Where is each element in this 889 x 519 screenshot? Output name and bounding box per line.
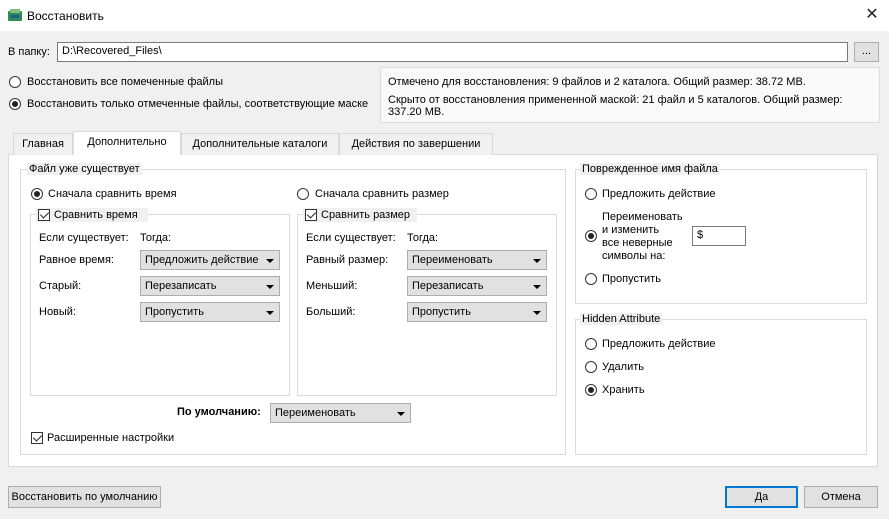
tab-advanced[interactable]: Дополнительно (73, 131, 181, 155)
compare-size-checkbox-label: Сравнить размер (321, 209, 411, 221)
hidden-attr-legend: Hidden Attribute (580, 313, 663, 325)
restore-masked-radio[interactable] (9, 98, 21, 110)
time-if-exists-label: Если существует: (39, 232, 129, 244)
time-equal-label: Равное время: (39, 254, 114, 266)
compare-size-label: Сначала сравнить размер (315, 188, 449, 200)
cancel-button[interactable]: Отмена (804, 486, 878, 508)
hidden-keep-label: Хранить (602, 384, 645, 396)
chevron-down-icon (266, 285, 274, 289)
hidden-delete-label: Удалить (602, 361, 644, 373)
size-larger-label: Больший: (306, 306, 356, 318)
chevron-down-icon (533, 311, 541, 315)
damaged-suggest-radio[interactable] (585, 188, 597, 200)
ok-button[interactable]: Да (725, 486, 798, 508)
window-title: Восстановить (27, 9, 104, 23)
time-newer-label: Новый: (39, 306, 77, 318)
compare-size-checkbox[interactable] (305, 209, 317, 221)
compare-time-checkbox[interactable] (38, 209, 50, 221)
browse-button[interactable]: ... (854, 42, 879, 62)
close-icon[interactable]: ✕ (860, 4, 884, 26)
compare-time-checkbox-label: Сравнить время (54, 209, 138, 221)
damaged-rename-label: Переименовать и изменить все неверные си… (602, 211, 683, 263)
compare-time-label: Сначала сравнить время (48, 188, 177, 200)
rename-line-2: и изменить (602, 224, 660, 236)
restore-defaults-button[interactable]: Восстановить по умолчанию (8, 486, 161, 508)
advanced-settings-label: Расширенные настройки (47, 432, 175, 444)
size-if-exists-label: Если существует: (306, 232, 396, 244)
chevron-down-icon (533, 259, 541, 263)
time-then-label: Тогда: (140, 232, 172, 244)
file-exists-legend: Файл уже существует (27, 163, 142, 175)
chevron-down-icon (397, 412, 405, 416)
damaged-skip-radio[interactable] (585, 273, 597, 285)
advanced-settings-checkbox[interactable] (31, 432, 43, 444)
title-bar (0, 0, 889, 31)
size-smaller-select[interactable]: Перезаписать (407, 276, 547, 296)
tab-completion[interactable]: Действия по завершении (339, 133, 493, 155)
tab-extra-dirs[interactable]: Дополнительные каталоги (181, 133, 339, 155)
default-select[interactable]: Переименовать (270, 403, 411, 423)
folder-label: В папку: (8, 46, 50, 58)
tab-main[interactable]: Главная (13, 133, 73, 155)
compare-time-radio[interactable] (31, 188, 43, 200)
damaged-rename-radio[interactable] (585, 230, 597, 242)
size-then-label: Тогда: (407, 232, 439, 244)
hidden-suggest-label: Предложить действие (602, 338, 716, 350)
rename-line-3: все неверные (602, 237, 673, 249)
replacement-char-input[interactable]: $ (692, 226, 746, 246)
time-older-label: Старый: (39, 280, 82, 292)
compare-size-radio[interactable] (297, 188, 309, 200)
info-marked: Отмечено для восстановления: 9 файлов и … (388, 76, 806, 88)
restore-all-radio[interactable] (9, 76, 21, 88)
damaged-name-legend: Поврежденное имя файла (580, 163, 720, 175)
time-equal-select[interactable]: Предложить действие (140, 250, 280, 270)
info-hidden: Скрыто от восстановления примененной мас… (388, 94, 843, 106)
app-icon (8, 9, 22, 21)
folder-path-input[interactable]: D:\Recovered_Files\ (57, 42, 848, 62)
chevron-down-icon (533, 285, 541, 289)
default-label: По умолчанию: (177, 406, 261, 418)
hidden-delete-radio[interactable] (585, 361, 597, 373)
rename-line-1: Переименовать (602, 211, 683, 223)
chevron-down-icon (266, 311, 274, 315)
time-newer-select[interactable]: Пропустить (140, 302, 280, 322)
time-older-select[interactable]: Перезаписать (140, 276, 280, 296)
rename-line-4: символы на: (602, 250, 666, 262)
size-smaller-label: Меньший: (306, 280, 358, 292)
restore-all-label: Восстановить все помеченные файлы (27, 76, 223, 88)
info-hidden-size: 337.20 MB. (388, 106, 445, 118)
damaged-skip-label: Пропустить (602, 273, 661, 285)
damaged-suggest-label: Предложить действие (602, 188, 716, 200)
chevron-down-icon (266, 259, 274, 263)
size-larger-select[interactable]: Пропустить (407, 302, 547, 322)
size-equal-label: Равный размер: (306, 254, 389, 266)
hidden-keep-radio[interactable] (585, 384, 597, 396)
size-equal-select[interactable]: Переименовать (407, 250, 547, 270)
hidden-suggest-radio[interactable] (585, 338, 597, 350)
restore-masked-label: Восстановить только отмеченные файлы, со… (27, 98, 369, 110)
